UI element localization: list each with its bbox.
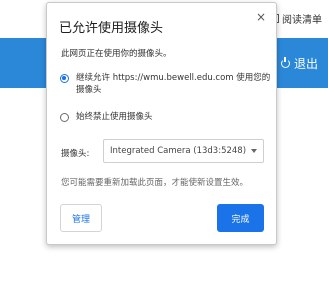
reading-list-label: 阅读清单 (282, 15, 322, 26)
done-button[interactable]: 完成 (217, 204, 264, 232)
power-icon (280, 57, 290, 68)
camera-label: 摄像头: (61, 149, 90, 159)
allow-camera-label: 继续允许 https://wmu.bewell.edu.com 使用您的摄像头 (76, 73, 271, 95)
camera-permission-dialog: 已允许使用摄像头 × 此网页正在使用你的摄像头。 继续允许 https://wm… (46, 2, 277, 245)
radio-block[interactable] (60, 113, 69, 122)
camera-select[interactable]: Integrated Camera (13d3:5248) (103, 139, 264, 163)
close-icon[interactable]: × (256, 11, 266, 23)
logout-button[interactable]: 退出 (280, 55, 318, 72)
block-camera-label: 始终禁止使用摄像头 (76, 112, 153, 122)
dialog-description: 此网页正在使用你的摄像头。 (61, 49, 172, 59)
block-camera-option[interactable]: 始终禁止使用摄像头 (60, 111, 153, 123)
dialog-title: 已允许使用摄像头 (59, 21, 164, 36)
reading-list-button[interactable]: 阅读清单 (270, 11, 322, 26)
logout-label: 退出 (293, 57, 318, 71)
allow-camera-option[interactable]: 继续允许 https://wmu.bewell.edu.com 使用您的摄像头 (60, 72, 272, 96)
reload-hint: 您可能需要重新加载此页面，才能使新设置生效。 (61, 178, 249, 188)
manage-button[interactable]: 管理 (60, 204, 102, 232)
radio-allow[interactable] (60, 74, 69, 83)
camera-select-value: Integrated Camera (13d3:5248) (110, 146, 247, 156)
chevron-down-icon (251, 149, 257, 153)
